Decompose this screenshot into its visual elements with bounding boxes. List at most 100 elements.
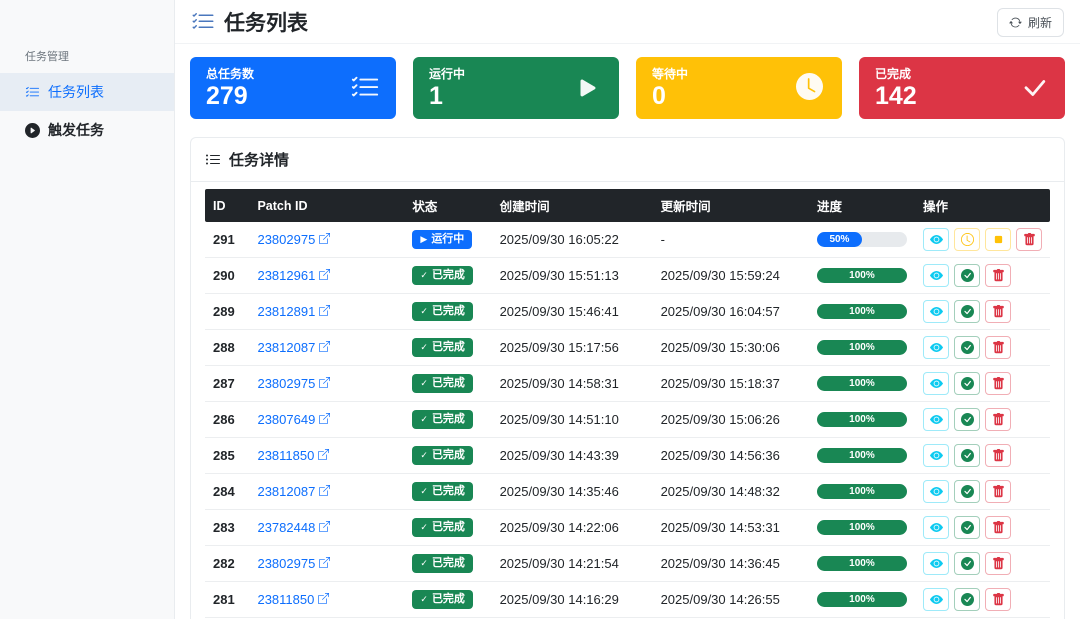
trash-icon xyxy=(992,485,1005,498)
view-task-button[interactable] xyxy=(923,228,949,251)
stop-icon xyxy=(992,233,1005,246)
mark-complete-button[interactable] xyxy=(954,480,980,503)
external-link-icon xyxy=(319,557,331,568)
patch-id-text: 23802975 xyxy=(257,556,316,571)
external-link-icon xyxy=(319,269,331,280)
task-id: 289 xyxy=(205,293,250,330)
stop-task-button[interactable] xyxy=(985,228,1011,251)
delete-task-button[interactable] xyxy=(985,372,1011,395)
patch-id-link[interactable]: 23812087 xyxy=(257,484,331,499)
created-time: 2025/09/30 14:16:29 xyxy=(491,581,653,618)
patch-id-link[interactable]: 23802975 xyxy=(257,556,331,571)
view-task-button[interactable] xyxy=(923,444,949,467)
patch-id-link[interactable]: 23812087 xyxy=(257,340,331,355)
progress-bar: 50% xyxy=(816,232,907,247)
refresh-button[interactable]: 刷新 xyxy=(996,7,1064,37)
mark-complete-button[interactable] xyxy=(954,264,980,287)
mark-complete-button[interactable] xyxy=(954,444,980,467)
patch-id-link[interactable]: 23802975 xyxy=(257,232,331,247)
row-actions xyxy=(923,588,1042,611)
task-id: 286 xyxy=(205,401,250,438)
patch-id-link[interactable]: 23782448 xyxy=(257,520,331,535)
status-label: 已完成 xyxy=(431,484,465,497)
patch-id-link[interactable]: 23807649 xyxy=(257,412,331,427)
delete-task-button[interactable] xyxy=(1016,228,1042,251)
mark-complete-button[interactable] xyxy=(954,372,980,395)
view-task-button[interactable] xyxy=(923,516,949,539)
task-id: 291 xyxy=(205,222,250,258)
mark-complete-button[interactable] xyxy=(954,408,980,431)
patch-id-link[interactable]: 23811850 xyxy=(257,448,330,463)
delete-task-button[interactable] xyxy=(985,300,1011,323)
status-badge-icon: ✓ xyxy=(420,450,428,460)
status-badge: ✓ 已完成 xyxy=(412,589,473,610)
sidebar-item-task-list[interactable]: 任务列表 xyxy=(0,73,174,111)
mark-complete-button[interactable] xyxy=(954,552,980,575)
delete-task-button[interactable] xyxy=(985,588,1011,611)
delete-task-button[interactable] xyxy=(985,516,1011,539)
sidebar-item-label: 触发任务 xyxy=(48,122,104,138)
progress-bar-fill: 100% xyxy=(816,484,907,499)
eye-icon xyxy=(929,521,943,534)
view-task-button[interactable] xyxy=(923,408,949,431)
stat-value: 0 xyxy=(652,82,666,111)
status-badge: ✓ 已完成 xyxy=(412,481,473,502)
task-details-card: 任务详情 ID Patch ID 状态 创建时间 更新时间 进度 操作 291 … xyxy=(190,137,1065,619)
table-row: 287 23802975 ✓ 已完成 2025/09/30 14:58:31 2… xyxy=(205,365,1050,402)
table-row: 283 23782448 ✓ 已完成 2025/09/30 14:22:06 2… xyxy=(205,509,1050,546)
progress-bar-fill: 100% xyxy=(816,268,907,283)
progress-bar-fill: 50% xyxy=(816,232,862,247)
main-area: 任务列表 刷新 总任务数 279 运行中 1 等待中 0 已完成 142 任务详… xyxy=(175,0,1080,619)
mark-complete-button[interactable] xyxy=(954,516,980,539)
delete-task-button[interactable] xyxy=(985,408,1011,431)
external-link-icon xyxy=(319,233,331,244)
sidebar-item-trigger-task[interactable]: 触发任务 xyxy=(0,111,174,149)
delete-task-button[interactable] xyxy=(985,336,1011,359)
view-task-button[interactable] xyxy=(923,552,949,575)
created-time: 2025/09/30 14:22:06 xyxy=(491,509,653,546)
progress-label: 100% xyxy=(849,270,875,281)
clock-button[interactable] xyxy=(954,228,980,251)
task-id: 283 xyxy=(205,509,250,546)
mark-complete-button[interactable] xyxy=(954,300,980,323)
delete-task-button[interactable] xyxy=(985,552,1011,575)
view-task-button[interactable] xyxy=(923,264,949,287)
patch-id-link[interactable]: 23812961 xyxy=(257,268,331,283)
column-header-updated: 更新时间 xyxy=(652,189,809,222)
progress-bar: 100% xyxy=(816,448,907,463)
patch-id-text: 23802975 xyxy=(257,232,316,247)
status-label: 已完成 xyxy=(431,376,465,389)
progress-bar: 100% xyxy=(816,520,907,535)
check-circle-icon xyxy=(960,557,974,570)
status-badge-icon: ✓ xyxy=(420,378,428,388)
delete-task-button[interactable] xyxy=(985,444,1011,467)
patch-id-link[interactable]: 23802975 xyxy=(257,376,331,391)
row-actions xyxy=(923,372,1042,395)
view-task-button[interactable] xyxy=(923,480,949,503)
patch-id-link[interactable]: 23811850 xyxy=(257,592,330,607)
view-task-button[interactable] xyxy=(923,588,949,611)
row-actions xyxy=(923,228,1042,251)
stat-card-waiting: 等待中 0 xyxy=(636,57,842,119)
view-task-button[interactable] xyxy=(923,300,949,323)
check-circle-icon xyxy=(960,485,974,498)
mark-complete-button[interactable] xyxy=(954,588,980,611)
mark-complete-button[interactable] xyxy=(954,336,980,359)
table-row: 282 23802975 ✓ 已完成 2025/09/30 14:21:54 2… xyxy=(205,545,1050,582)
view-task-button[interactable] xyxy=(923,336,949,359)
patch-id-link[interactable]: 23812891 xyxy=(257,304,331,319)
row-actions xyxy=(923,480,1042,503)
delete-task-button[interactable] xyxy=(985,264,1011,287)
content: 总任务数 279 运行中 1 等待中 0 已完成 142 任务详情 ID Pat… xyxy=(175,44,1080,619)
trash-icon xyxy=(992,413,1005,426)
stat-value: 279 xyxy=(206,82,248,111)
stat-label: 等待中 xyxy=(652,67,689,82)
table-row: 286 23807649 ✓ 已完成 2025/09/30 14:51:10 2… xyxy=(205,401,1050,438)
sidebar-section-label: 任务管理 xyxy=(25,51,69,63)
updated-time: 2025/09/30 14:26:55 xyxy=(652,581,809,618)
delete-task-button[interactable] xyxy=(985,480,1011,503)
view-task-button[interactable] xyxy=(923,372,949,395)
status-badge-icon: ✓ xyxy=(420,270,428,280)
patch-id-text: 23811850 xyxy=(257,448,315,463)
play-circle-icon xyxy=(25,122,40,138)
